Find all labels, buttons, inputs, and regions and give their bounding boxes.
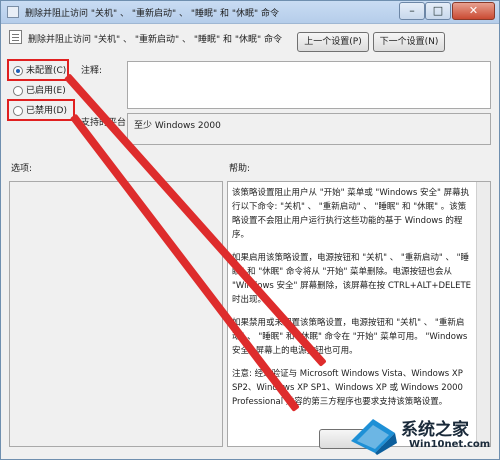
supported-on-field: 至少 Windows 2000 — [127, 113, 491, 145]
maximize-button[interactable]: □ — [425, 2, 451, 20]
title-bar[interactable]: 删除并阻止访问 "关机" 、 "重新启动" 、 "睡眠" 和 "休眠" 命令 –… — [1, 1, 499, 24]
highlight-not-configured — [7, 59, 69, 81]
close-button[interactable]: ✕ — [452, 2, 495, 20]
policy-window: 删除并阻止访问 "关机" 、 "重新启动" 、 "睡眠" 和 "休眠" 命令 –… — [0, 0, 500, 460]
help-scrollbar[interactable] — [476, 182, 490, 446]
next-setting-button[interactable]: 下一个设置(N) — [373, 32, 445, 52]
supported-on-value: 至少 Windows 2000 — [134, 121, 221, 131]
help-header: 帮助: — [229, 164, 251, 174]
watermark-url: Win10net.com — [409, 439, 491, 450]
comment-label: 注释: — [81, 66, 103, 76]
option-enabled[interactable]: 已启用(E) — [13, 83, 66, 97]
policy-setting-icon — [9, 30, 22, 44]
enabled-label: 已启用(E) — [26, 86, 66, 96]
help-paragraph-3: 如果禁用或未配置该策略设置，电源按钮和 "关机" 、 "重新启动" 、 "睡眠"… — [232, 318, 468, 356]
minimize-button[interactable]: – — [399, 2, 425, 20]
help-paragraph-1: 该策略设置阻止用户从 "开始" 菜单或 "Windows 安全" 屏幕执行以下命… — [232, 188, 470, 240]
highlight-disabled — [7, 99, 75, 121]
watermark-name: 系统之家 — [401, 420, 469, 440]
options-header: 选项: — [11, 164, 33, 174]
previous-setting-button[interactable]: 上一个设置(P) — [297, 32, 369, 52]
app-icon — [7, 6, 19, 18]
help-panel[interactable]: 该策略设置阻止用户从 "开始" 菜单或 "Windows 安全" 屏幕执行以下命… — [227, 181, 491, 447]
window-title: 删除并阻止访问 "关机" 、 "重新启动" 、 "睡眠" 和 "休眠" 命令 — [25, 9, 280, 19]
watermark-logo-icon — [351, 419, 397, 455]
setting-title: 删除并阻止访问 "关机" 、 "重新启动" 、 "睡眠" 和 "休眠" 命令 — [28, 35, 283, 45]
comment-field[interactable] — [127, 61, 491, 109]
radio-enabled[interactable] — [13, 85, 23, 96]
